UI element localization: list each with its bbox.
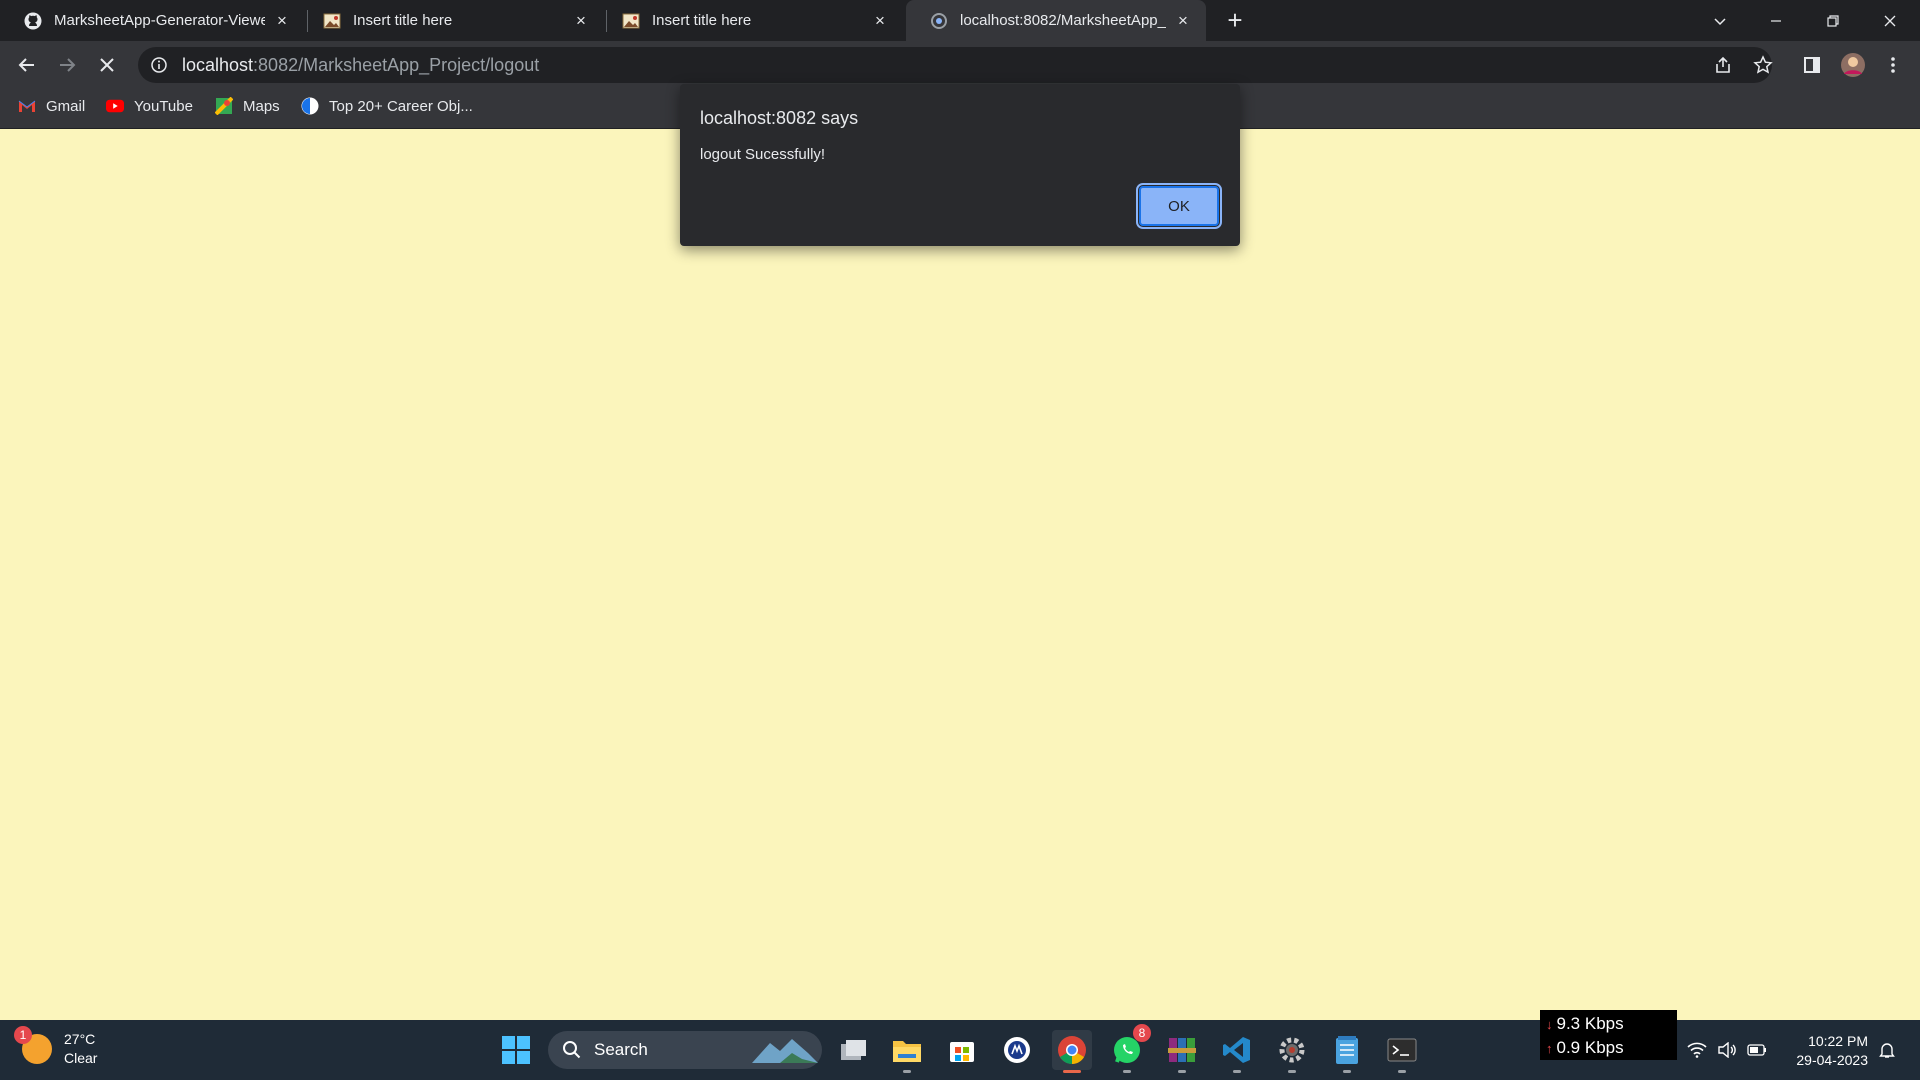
gmail-icon [18,97,36,115]
notepad-icon[interactable] [1327,1030,1367,1073]
weather-condition: Clear [64,1050,98,1066]
file-explorer-icon[interactable] [887,1030,927,1073]
url-path: :8082/MarksheetApp_Project/logout [253,54,540,75]
running-indicator [1288,1070,1296,1073]
close-icon[interactable]: × [1174,11,1192,30]
github-icon [24,12,42,30]
running-indicator [903,1070,911,1073]
bookmark-star-icon[interactable] [1750,52,1776,78]
loading-globe-icon [930,12,948,30]
forward-arrow-icon[interactable] [51,49,83,81]
close-window-icon[interactable] [1862,0,1918,41]
volume-icon[interactable] [1714,1020,1740,1080]
address-bar[interactable]: localhost:8082/MarksheetApp_Project/logo… [138,47,1772,83]
tab-title: Insert title here [353,12,453,29]
bookmark-youtube[interactable]: YouTube [106,89,193,123]
download-speed-row: ↓ 9.3 Kbps [1546,1012,1677,1036]
restore-icon[interactable] [1805,0,1861,41]
upload-speed-row: ↑ 0.9 Kbps [1546,1036,1677,1060]
clock-date: 29-04-2023 [1796,1052,1868,1068]
tab-title: localhost:8082/MarksheetApp_Project/logo… [960,12,1166,29]
browser-toolbar: localhost:8082/MarksheetApp_Project/logo… [0,41,1920,89]
moon-weather-icon: 1 [14,1026,52,1064]
whatsapp-badge: 8 [1133,1024,1151,1042]
profile-avatar[interactable] [1840,52,1866,78]
side-panel-icon[interactable] [1799,52,1825,78]
chrome-icon[interactable] [1052,1030,1092,1073]
app-circle-icon[interactable] [997,1030,1037,1070]
running-indicator [1398,1070,1406,1073]
bookmark-maps[interactable]: Maps [215,89,280,123]
bookmark-career[interactable]: Top 20+ Career Obj... [301,89,473,123]
new-tab-button[interactable]: + [1222,7,1248,34]
network-speed-meter: ↓ 9.3 Kbps ↑ 0.9 Kbps [1540,1010,1677,1060]
close-icon[interactable]: × [572,11,590,30]
microsoft-store-icon[interactable] [942,1030,982,1070]
page-content [0,129,1920,1020]
winrar-icon[interactable] [1162,1030,1202,1073]
battery-icon[interactable] [1744,1020,1770,1080]
up-arrow-icon: ↑ [1546,1041,1553,1056]
bookmark-label: Top 20+ Career Obj... [329,97,473,115]
tab-insert-title-1[interactable]: Insert title here × [299,0,604,41]
share-icon[interactable] [1710,52,1736,78]
close-icon[interactable]: × [871,11,889,30]
terminal-icon[interactable] [1382,1030,1422,1073]
tab-marksheet-github[interactable]: MarksheetApp-Generator-Viewer × [0,0,305,41]
youtube-icon [106,97,124,115]
bookmark-gmail[interactable]: Gmail [18,89,85,123]
system-clock[interactable]: 10:22 PM 29-04-2023 [1780,1032,1868,1070]
tab-insert-title-2[interactable]: Insert title here × [598,0,903,41]
vscode-icon[interactable] [1217,1030,1257,1073]
running-indicator [1123,1070,1131,1073]
clock-time: 10:22 PM [1808,1033,1868,1049]
upload-speed: 0.9 Kbps [1556,1038,1624,1057]
bookmark-label: YouTube [134,97,193,115]
search-label: Search [594,1040,648,1059]
search-highlight-icon [752,1039,818,1063]
tab-logout-active[interactable]: localhost:8082/MarksheetApp_Project/logo… [906,0,1206,41]
close-icon[interactable]: × [273,11,291,30]
url-host: localhost [182,54,254,75]
weather-text: 27°C Clear [64,1030,97,1068]
temperature: 27°C [64,1031,96,1047]
settings-gear-icon[interactable] [1272,1030,1312,1073]
notification-badge: 1 [14,1026,32,1044]
back-arrow-icon[interactable] [11,49,43,81]
minimize-icon[interactable] [1748,0,1804,41]
search-icon [563,1041,581,1059]
bookmark-label: Gmail [46,97,86,115]
maps-icon [215,97,233,115]
image-icon [622,12,640,30]
notification-bell-icon[interactable] [1872,1020,1902,1080]
weather-widget[interactable]: 1 27°C Clear [14,1026,97,1068]
running-indicator [1233,1070,1241,1073]
running-indicator [1343,1070,1351,1073]
more-menu-icon[interactable] [1880,52,1906,78]
whatsapp-icon[interactable]: 8 [1107,1024,1151,1073]
tab-strip: MarksheetApp-Generator-Viewer × Insert t… [0,0,1920,41]
start-button[interactable] [496,1030,536,1070]
alert-dialog: localhost:8082 says logout Sucessfully! … [680,84,1240,246]
running-indicator [1178,1070,1186,1073]
task-view-icon[interactable] [833,1030,873,1070]
image-icon [323,12,341,30]
stop-loading-icon[interactable] [91,49,123,81]
download-speed: 9.3 Kbps [1556,1014,1624,1033]
career-site-icon [301,97,319,115]
down-arrow-icon: ↓ [1546,1017,1553,1032]
wifi-icon[interactable] [1684,1020,1710,1080]
running-indicator [1063,1070,1081,1073]
dialog-title: localhost:8082 says [700,108,859,128]
site-info-icon[interactable] [150,56,168,74]
taskbar-search[interactable]: Search [548,1031,822,1069]
tab-title: MarksheetApp-Generator-Viewer [54,12,265,29]
url-text: localhost:8082/MarksheetApp_Project/logo… [182,55,539,76]
tab-search-chevron-icon[interactable] [1692,0,1748,41]
dialog-message: logout Sucessfully! [700,146,826,163]
ok-button[interactable]: OK [1136,183,1222,229]
bookmark-label: Maps [243,97,280,115]
tab-title: Insert title here [652,12,752,29]
